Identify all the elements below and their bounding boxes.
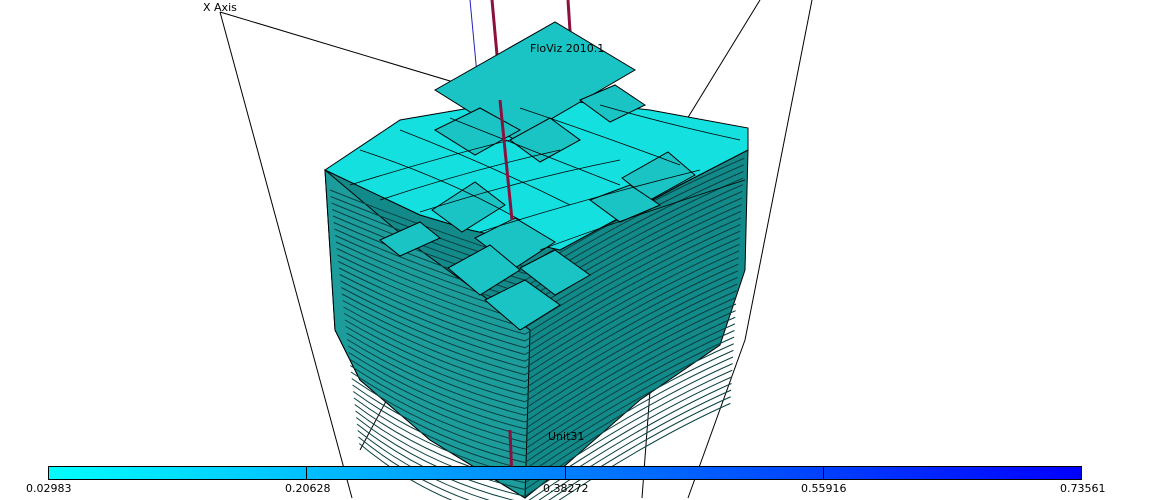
colorbar-tick (823, 466, 824, 480)
colorbar-tick (48, 466, 49, 480)
3d-viewport[interactable] (0, 0, 1149, 500)
colorbar-tick-label: 0.73561 (1060, 482, 1106, 495)
colorbar-tick-label: 0.38272 (543, 482, 589, 495)
colorbar-tick (565, 466, 566, 480)
colorbar-tick (306, 466, 307, 480)
colorbar-tick-label: 0.55916 (801, 482, 847, 495)
x-axis-label: X Axis (203, 1, 237, 14)
colorbar-tick-label: 0.02983 (26, 482, 72, 495)
watermark-label: FloViz 2010.1 (530, 42, 605, 55)
well-label: Unit31 (548, 430, 585, 443)
colorbar-tick (1081, 466, 1082, 480)
colorbar-tick-label: 0.20628 (285, 482, 331, 495)
